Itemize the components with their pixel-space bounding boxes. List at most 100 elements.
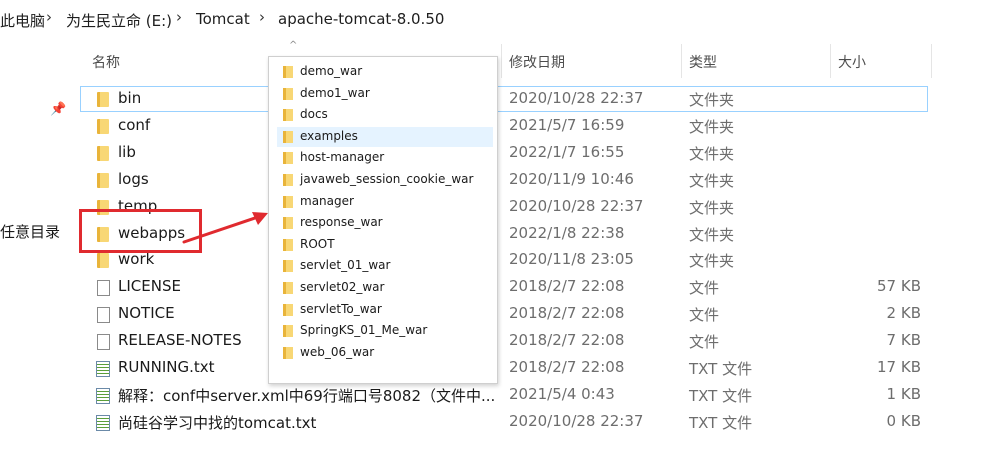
popup-folder-item[interactable]: javaweb_session_cookie_war [277,170,493,190]
popup-folder-item[interactable]: web_06_war [277,343,493,363]
popup-folder-item[interactable]: servlet02_war [277,278,493,298]
file-modified-date: 2020/10/28 22:37 [509,89,644,107]
file-type: 文件夹 [689,171,735,190]
popup-folder-label: SpringKS_01_Me_war [300,323,428,338]
breadcrumb-item-drive[interactable]: 为生民立命 (E:) [66,10,172,31]
column-divider[interactable] [501,44,502,78]
folder-icon [97,145,109,161]
column-divider[interactable] [681,44,682,78]
folder-icon [283,152,293,165]
file-type: 文件夹 [689,117,735,136]
file-type: 文件 [689,333,720,352]
breadcrumb-item-tomcat[interactable]: Tomcat [196,10,250,28]
popup-folder-label: web_06_war [300,344,375,359]
file-type: 文件夹 [689,198,735,217]
file-row[interactable] [80,140,928,166]
file-row[interactable] [80,301,928,327]
file-modified-date: 2020/11/8 23:05 [509,250,634,269]
file-name: work [118,250,155,269]
folder-icon [97,253,109,269]
folder-icon [283,109,293,122]
folder-icon [283,238,293,251]
file-type: 文件夹 [689,91,735,109]
file-icon [97,334,110,351]
file-name: 解释：conf中server.xml中69行端口号8082（文件中... [118,386,496,405]
file-type: TXT 文件 [689,413,753,432]
breadcrumb-item-this-pc[interactable]: 此电脑 [0,10,45,31]
file-row[interactable] [80,167,928,193]
file-type: 文件夹 [689,225,735,244]
chevron-right-icon[interactable]: › [176,8,182,26]
folder-icon [283,282,293,294]
column-header-name[interactable]: 名称 [92,52,120,72]
file-row[interactable] [80,247,928,273]
popup-folder-label: manager [300,193,354,208]
folder-icon [283,195,293,208]
sidebar-item-label[interactable]: 任意目录 [0,221,60,242]
popup-folder-label: javaweb_session_cookie_war [300,172,474,186]
column-header-modified[interactable]: 修改日期 [509,52,565,72]
popup-folder-label: response_war [300,215,383,230]
file-name: RELEASE-NOTES [118,331,242,350]
file-modified-date: 2021/5/7 16:59 [509,115,625,134]
txt-icon [96,361,110,377]
popup-folder-label: servlet_01_war [300,258,391,273]
file-type: 文件 [689,279,720,298]
file-name: RUNNING.txt [118,358,215,376]
popup-folder-item[interactable]: demo1_war [277,84,493,104]
popup-folder-item[interactable]: servletTo_war [277,300,493,320]
popup-folder-item[interactable]: host-manager [277,148,493,168]
file-icon [97,307,110,324]
file-modified-date: 2018/2/7 22:08 [509,331,625,350]
popup-folder-label: ROOT [300,236,335,251]
file-modified-date: 2020/10/28 22:37 [509,196,644,215]
file-modified-date: 2020/11/9 10:46 [509,169,634,188]
popup-folder-label: host-manager [300,150,385,165]
popup-folder-item[interactable]: docs [277,105,493,125]
file-modified-date: 2020/10/28 22:37 [509,411,644,430]
file-name: NOTICE [118,304,175,323]
folder-icon [283,325,293,338]
column-header-size[interactable]: 大小 [838,52,866,72]
popup-folder-item[interactable]: servlet_01_war [277,256,493,276]
file-size: 17 KB [877,358,921,376]
folder-icon [283,174,293,186]
file-row[interactable] [80,113,928,139]
chevron-right-icon[interactable]: › [46,8,52,26]
column-divider[interactable] [931,44,932,78]
popup-folder-item[interactable]: response_war [277,213,493,233]
file-row[interactable] [80,86,928,112]
column-divider[interactable] [830,44,831,78]
folder-icon [283,87,293,100]
file-icon [97,280,110,297]
popup-folder-label: docs [300,107,328,122]
chevron-right-icon[interactable]: › [259,8,265,26]
folder-icon [97,92,109,107]
file-name: LICENSE [118,277,181,296]
column-header-type[interactable]: 类型 [689,52,717,72]
file-row[interactable] [80,274,928,300]
folder-icon [97,172,109,188]
popup-folder-item[interactable]: SpringKS_01_Me_war [277,321,493,341]
file-name: 尚硅谷学习中找的tomcat.txt [118,413,317,432]
webapps-contents-popup: demo_war demo1_wardocs examples host-manage… [268,56,498,384]
folder-icon [283,346,293,359]
file-modified-date: 2022/1/7 16:55 [509,142,625,161]
popup-folder-label: demo_war [300,64,363,78]
popup-folder-item[interactable]: manager [277,192,493,212]
popup-folder-item[interactable]: ROOT [277,235,493,255]
file-modified-date: 2018/2/7 22:08 [509,304,625,323]
file-size: 0 KB [886,411,921,430]
file-size: 1 KB [886,384,921,403]
folder-icon [283,130,293,143]
file-type: 文件夹 [689,252,735,271]
folder-icon [283,303,293,316]
annotation-arrow [182,212,268,244]
breadcrumb-item-apache-tomcat[interactable]: apache-tomcat-8.0.50 [278,10,444,28]
popup-folder-item[interactable]: examples [277,126,493,147]
file-type: TXT 文件 [689,360,753,378]
popup-folder-label: servletTo_war [300,301,382,316]
sort-ascending-icon: ^ [289,40,298,51]
popup-folder-item[interactable]: demo_war [277,62,493,82]
pin-icon[interactable]: 📌 [50,102,66,117]
